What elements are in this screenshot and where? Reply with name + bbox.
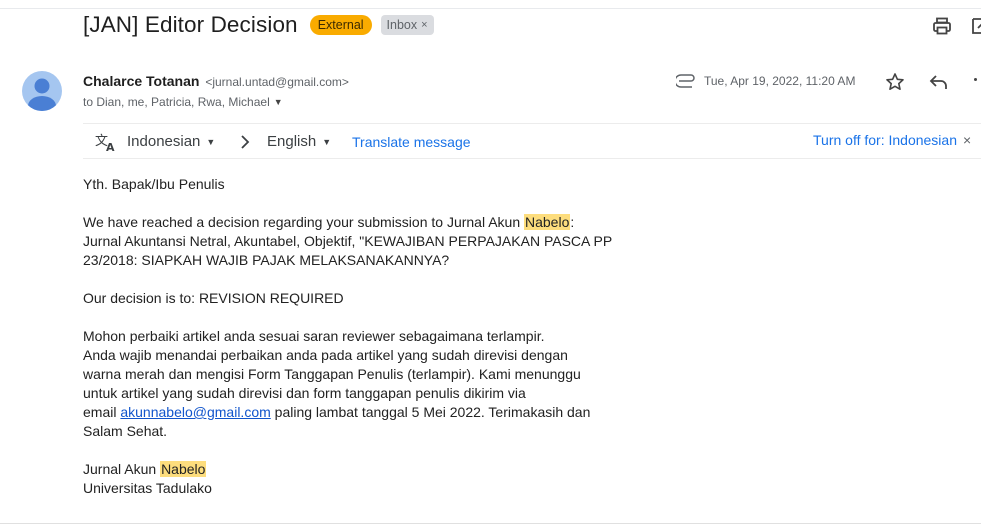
footer-divider — [0, 523, 981, 524]
header-divider — [0, 8, 981, 9]
inbox-label-chip[interactable]: Inbox × — [380, 15, 434, 35]
external-badge: External — [309, 15, 372, 35]
signature-line2: Universitas Tadulako — [83, 480, 212, 496]
sender-email: <jurnal.untad@gmail.com> — [205, 75, 349, 89]
turn-off-translation-link[interactable]: Turn off for: Indonesian — [813, 132, 957, 148]
highlighted-term: Nabelo — [160, 461, 207, 477]
translate-message-link[interactable]: Translate message — [352, 134, 471, 150]
body-paragraph-1-line2: Jurnal Akuntansi Netral, Akuntabel, Obje… — [83, 233, 613, 249]
star-icon[interactable] — [885, 72, 905, 92]
sender-info: Chalarce Totanan <jurnal.untad@gmail.com… — [83, 72, 349, 91]
greeting: Yth. Bapak/Ibu Penulis — [83, 176, 225, 192]
recipients-text: to Dian, me, Patricia, Rwa, Michael — [83, 95, 270, 109]
attachment-icon — [676, 74, 695, 88]
body-paragraph-3-line4: untuk artikel yang sudah direvisi dan fo… — [83, 385, 526, 401]
body-paragraph-1: We have reached a decision regarding you… — [83, 214, 575, 230]
email-date: Tue, Apr 19, 2022, 11:20 AM — [704, 74, 856, 88]
close-translate-bar-icon[interactable]: × — [963, 132, 971, 148]
target-language-label: English — [267, 133, 317, 150]
show-details-caret-icon[interactable]: ▼ — [274, 94, 283, 110]
svg-text:A: A — [106, 141, 115, 152]
inbox-label-text: Inbox — [386, 18, 418, 32]
body-paragraph-3-line5: email akunnabelo@gmail.com paling lambat… — [83, 404, 591, 420]
print-icon[interactable] — [932, 16, 952, 36]
body-paragraph-3-line3: warna merah dan mengisi Form Tanggapan P… — [83, 366, 581, 382]
dropdown-arrow-icon: ▼ — [206, 136, 216, 147]
more-options-icon[interactable] — [974, 78, 977, 81]
subject-row: [JAN] Editor Decision External Inbox × — [83, 10, 434, 40]
signature-line1: Jurnal Akun Nabelo — [83, 461, 207, 477]
translate-bar: 文 A Indonesian ▼ English ▼ Translate mes… — [83, 123, 981, 159]
target-language-dropdown[interactable]: English ▼ — [267, 133, 331, 150]
email-subject: [JAN] Editor Decision — [83, 12, 298, 37]
remove-label-icon[interactable]: × — [421, 17, 427, 33]
reply-icon[interactable] — [929, 73, 949, 91]
avatar-icon — [28, 78, 56, 111]
chevron-right-icon — [241, 135, 250, 149]
email-body: Yth. Bapak/Ibu Penulis We have reached a… — [83, 175, 643, 498]
sender-avatar[interactable] — [22, 71, 62, 111]
body-paragraph-3-line2: Anda wajib menandai perbaikan anda pada … — [83, 347, 568, 363]
decision-line: Our decision is to: REVISION REQUIRED — [83, 290, 344, 306]
body-paragraph-1-line3: 23/2018: SIAPKAH WAJIB PAJAK MELAKSANAKA… — [83, 252, 450, 268]
body-paragraph-3-line1: Mohon perbaiki artikel anda sesuai saran… — [83, 328, 545, 344]
sender-name[interactable]: Chalarce Totanan — [83, 73, 199, 89]
email-link[interactable]: akunnabelo@gmail.com — [120, 404, 270, 420]
open-in-new-window-icon[interactable] — [971, 16, 981, 36]
dropdown-arrow-icon: ▼ — [322, 136, 332, 147]
source-language-dropdown[interactable]: Indonesian ▼ — [127, 133, 215, 150]
source-language-label: Indonesian — [127, 133, 201, 150]
body-paragraph-3-line6: Salam Sehat. — [83, 423, 168, 439]
translate-icon: 文 A — [95, 134, 115, 152]
recipients-line[interactable]: to Dian, me, Patricia, Rwa, Michael ▼ — [83, 94, 283, 110]
highlighted-term: Nabelo — [524, 214, 571, 230]
